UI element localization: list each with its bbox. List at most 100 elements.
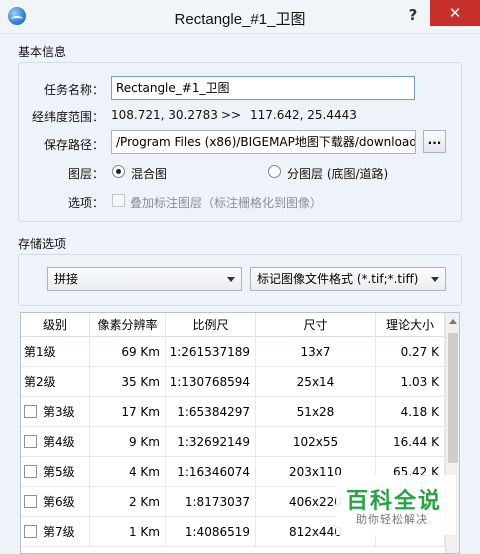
- cell-scale-text: 1:65384297: [177, 405, 250, 419]
- cell-scale-text: 1:16346074: [177, 465, 250, 479]
- range-arrow: >>: [221, 108, 242, 122]
- level-checkbox[interactable]: [24, 435, 37, 448]
- layer-label: 图层：: [67, 167, 104, 181]
- cell-level-text: 第5级: [43, 465, 75, 479]
- cell-res-text: 2 Km: [128, 495, 160, 509]
- storage-heading: 存储选项: [18, 237, 67, 251]
- cell-scale: 1:261537189: [166, 337, 256, 367]
- cell-res: 17 Km: [90, 397, 166, 427]
- save-path-input[interactable]: /Program Files (x86)/BIGEMAP地图下载器/downlo…: [111, 130, 416, 154]
- task-name-label: 任务名称：: [43, 83, 104, 97]
- cell-level: 第1级: [21, 337, 90, 367]
- cell-est: 1.03 K: [376, 367, 445, 397]
- cell-level: 第6级: [21, 487, 90, 517]
- cell-size-text: 13x7: [300, 345, 331, 359]
- overlay-checkbox[interactable]: [112, 194, 125, 207]
- close-button[interactable]: ✕: [430, 0, 480, 26]
- layer-mixed-label: 混合图: [131, 167, 168, 181]
- format-dropdown[interactable]: 标记图像文件格式 (*.tif;*.tiff): [250, 267, 446, 291]
- cell-size: 13x7: [256, 337, 376, 367]
- cell-res-text: 17 Km: [121, 405, 160, 419]
- browse-button[interactable]: ...: [423, 130, 446, 153]
- cell-est-text: 16.44 K: [392, 435, 439, 449]
- title-bar: Rectangle_#1_卫图 ? ✕: [0, 0, 480, 34]
- cell-res-text: 35 Km: [121, 375, 160, 389]
- cell-level: 第2级: [21, 367, 90, 397]
- table-row[interactable]: 第2级 35 Km 1:130768594 25x14 1.03 K: [21, 367, 445, 397]
- cell-size-text: 102x55: [292, 435, 339, 449]
- cell-res: 69 Km: [90, 337, 166, 367]
- cell-res: 1 Km: [90, 517, 166, 547]
- header-scale[interactable]: 比例尺: [166, 313, 256, 337]
- chevron-down-icon: [431, 277, 439, 282]
- layer-split-radio[interactable]: [268, 165, 281, 178]
- cell-level-text: 第7级: [43, 525, 75, 539]
- cell-level-text: 第3级: [43, 405, 75, 419]
- overlay-label: 叠加标注图层（标注栅格化到图像）: [130, 196, 323, 210]
- cell-est: 16.44 K: [376, 427, 445, 457]
- cell-level-text: 第4级: [43, 435, 75, 449]
- range-to-value: 117.642, 25.4443: [250, 108, 357, 122]
- task-name-input[interactable]: Rectangle_#1_卫图: [111, 76, 415, 100]
- cell-size-text: 406x220: [289, 495, 342, 509]
- cell-res-text: 4 Km: [128, 465, 160, 479]
- table-row[interactable]: 第1级 69 Km 1:261537189 13x7 0.27 K: [21, 337, 445, 367]
- options-label: 选项：: [67, 196, 104, 210]
- scroll-up-arrow-icon[interactable]: [449, 319, 457, 324]
- cell-scale: 1:65384297: [166, 397, 256, 427]
- cell-size-text: 812x440: [289, 525, 342, 539]
- header-resolution[interactable]: 像素分辨率: [90, 313, 166, 337]
- level-checkbox[interactable]: [24, 495, 37, 508]
- mode-dropdown[interactable]: 拼接: [47, 267, 242, 291]
- header-level[interactable]: 级别: [21, 313, 90, 337]
- cell-scale-text: 1:261537189: [169, 345, 250, 359]
- cell-res: 9 Km: [90, 427, 166, 457]
- table-header: 级别 像素分辨率 比例尺 尺寸 理论大小: [21, 313, 445, 337]
- cell-scale: 1:16346074: [166, 457, 256, 487]
- cell-level: 第5级: [21, 457, 90, 487]
- cell-scale: 1:130768594: [166, 367, 256, 397]
- level-checkbox[interactable]: [24, 525, 37, 538]
- format-dropdown-value: 标记图像文件格式 (*.tif;*.tiff): [257, 272, 419, 286]
- mode-dropdown-value: 拼接: [54, 272, 79, 286]
- cell-size-text: 203x110: [289, 465, 342, 479]
- cell-res-text: 9 Km: [128, 435, 160, 449]
- chevron-down-icon: [227, 277, 235, 282]
- cell-level-text: 第6级: [43, 495, 75, 509]
- cell-scale: 1:8173037: [166, 487, 256, 517]
- range-label: 经纬度范围：: [31, 110, 104, 124]
- table-row[interactable]: 第3级 17 Km 1:65384297 51x28 4.18 K: [21, 397, 445, 427]
- cell-res: 4 Km: [90, 457, 166, 487]
- cell-scale: 1:4086519: [166, 517, 256, 547]
- cell-res: 35 Km: [90, 367, 166, 397]
- cell-est-text: 4.18 K: [400, 405, 439, 419]
- cell-level: 第4级: [21, 427, 90, 457]
- cell-level: 第7级: [21, 517, 90, 547]
- cell-res: 2 Km: [90, 487, 166, 517]
- basic-info-heading: 基本信息: [18, 45, 67, 59]
- help-button[interactable]: ?: [400, 4, 426, 26]
- watermark-subtitle: 助你轻松解决: [356, 513, 428, 526]
- cell-est: 4.18 K: [376, 397, 445, 427]
- header-size[interactable]: 尺寸: [256, 313, 376, 337]
- level-checkbox[interactable]: [24, 465, 37, 478]
- cell-scale-text: 1:4086519: [184, 525, 250, 539]
- cell-size: 51x28: [256, 397, 376, 427]
- save-path-label: 保存路径：: [43, 138, 104, 152]
- header-estimate[interactable]: 理论大小: [376, 313, 445, 337]
- cell-scale: 1:32692149: [166, 427, 256, 457]
- table-row[interactable]: 第4级 9 Km 1:32692149 102x55 16.44 K: [21, 427, 445, 457]
- scroll-thumb[interactable]: [448, 333, 458, 463]
- cell-est-text: 1.03 K: [400, 375, 439, 389]
- level-checkbox[interactable]: [24, 405, 37, 418]
- layer-split-label: 分图层 (底图/道路): [287, 167, 389, 181]
- cell-scale-text: 1:8173037: [184, 495, 250, 509]
- layer-mixed-radio[interactable]: [112, 165, 125, 178]
- cell-scale-text: 1:130768594: [169, 375, 250, 389]
- cell-size-text: 25x14: [296, 375, 335, 389]
- cell-est: 0.27 K: [376, 337, 445, 367]
- range-from-value: 108.721, 30.2783: [111, 108, 218, 122]
- cell-res-text: 69 Km: [121, 345, 160, 359]
- cell-est-text: 0.27 K: [400, 345, 439, 359]
- cell-size-text: 51x28: [296, 405, 335, 419]
